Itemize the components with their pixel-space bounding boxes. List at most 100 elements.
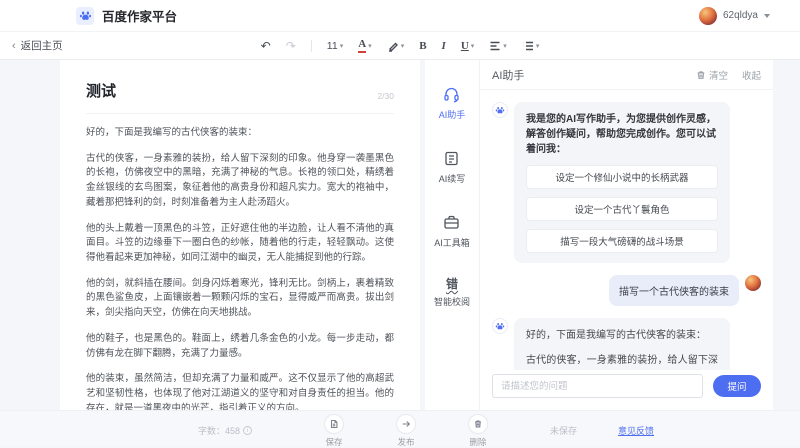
format-tools: ↶ ↷ 11▾ A▾ ▾ B I U▾ ▾ ▾ — [261, 38, 540, 52]
caret-down-icon: ▾ — [536, 42, 540, 50]
redo-button[interactable]: ↷ — [286, 40, 296, 52]
tab-ai-continue-writing[interactable]: AI续写 — [439, 150, 466, 185]
chat-messages[interactable]: 我是您的AI写作助手，为您提供创作灵感，解答创作疑问，帮助您完成创作。您可以试着… — [480, 90, 773, 370]
back-home-label: 返回主页 — [21, 38, 63, 53]
assistant-bubble: 我是您的AI写作助手，为您提供创作灵感，解答创作疑问，帮助您完成创作。您可以试着… — [514, 102, 730, 263]
main-area: 测试 2/30 好的，下面是我编写的古代侠客的装束： 古代的侠客，一身素雅的装扮… — [0, 60, 800, 410]
bold-icon: B — [419, 40, 426, 52]
user-message: 描写一个古代侠客的装束 — [492, 275, 761, 306]
footer-bar: 字数：458 i 保存 发布 删除 未保存 意见反馈 — [0, 410, 800, 446]
assistant-avatar-icon — [492, 102, 508, 118]
doc-paragraph: 他的头上戴着一顶黑色的斗笠，正好遮住他的半边脸，让人看不清他的真面目。斗笠的边缘… — [86, 222, 394, 266]
title-char-counter: 2/30 — [377, 91, 394, 101]
toolbar-divider — [311, 40, 312, 52]
underline-button[interactable]: U▾ — [461, 40, 474, 52]
redo-icon: ↷ — [286, 40, 296, 52]
publish-label: 发布 — [397, 436, 414, 448]
chat-actions: 清空 收起 — [696, 68, 761, 82]
list-icon — [522, 40, 534, 52]
font-size-select[interactable]: 11▾ — [327, 40, 343, 52]
tab-smart-proofread[interactable]: 错 智能校阅 — [434, 278, 470, 308]
feedback-link[interactable]: 意见反馈 — [618, 424, 654, 437]
trash-icon — [696, 70, 706, 80]
doc-paragraph: 古代的侠客，一身素雅的装扮，给人留下深刻的印象。他身穿一袭墨黑色的长袍，仿佛夜空… — [86, 152, 394, 211]
font-color-button[interactable]: A▾ — [358, 38, 371, 52]
delete-trash-icon — [473, 419, 483, 429]
doc-body[interactable]: 好的，下面是我编写的古代侠客的装束： 古代的侠客，一身素雅的装扮，给人留下深刻的… — [86, 114, 394, 410]
info-icon[interactable]: i — [243, 426, 252, 435]
chat-panel-title: AI助手 — [492, 67, 524, 83]
continue-writing-icon — [443, 150, 460, 167]
align-icon — [489, 40, 501, 52]
save-doc-icon — [329, 419, 339, 429]
doc-actions: 保存 发布 删除 — [324, 414, 488, 448]
word-count: 字数：458 i — [198, 424, 252, 437]
username: 62qldya — [723, 10, 758, 21]
editor-toolbar: ‹ 返回主页 ↶ ↷ 11▾ A▾ ▾ B I U▾ ▾ ▾ — [0, 32, 800, 60]
question-input[interactable] — [492, 374, 703, 398]
clear-chat-button[interactable]: 清空 — [696, 68, 728, 82]
doc-paragraph: 他的装束，虽然简洁，但却充满了力量和威严。这不仅显示了他的高超武艺和坚韧性格，也… — [86, 372, 394, 410]
underline-icon: U — [461, 40, 469, 52]
word-count-text: 字数：458 — [198, 424, 240, 437]
assistant-message: 好的，下面是我编写的古代侠客的装束： 古代的侠客，一身素雅的装扮，给人留下深刻的… — [492, 318, 761, 370]
baidu-paw-logo-icon — [76, 7, 94, 25]
italic-icon: I — [442, 40, 446, 52]
save-status-badge: 未保存 — [550, 424, 577, 437]
caret-down-icon: ▾ — [340, 42, 344, 50]
tab-ai-toolbox[interactable]: AI工具箱 — [434, 214, 470, 249]
tab-ai-assistant[interactable]: AI助手 — [439, 86, 466, 121]
doc-title-input[interactable]: 测试 — [86, 80, 116, 101]
undo-icon: ↶ — [261, 40, 271, 52]
delete-button[interactable]: 删除 — [468, 414, 488, 448]
caret-down-icon: ▾ — [503, 42, 507, 50]
delete-label: 删除 — [469, 436, 486, 448]
assistant-avatar-icon — [492, 318, 508, 334]
font-color-icon: A — [358, 38, 366, 52]
doc-paragraph: 好的，下面是我编写的古代侠客的装束： — [86, 126, 394, 141]
ai-chat-panel: AI助手 清空 收起 我是您的AI写作助手，为您提供创作灵感，解答创作疑问，帮助… — [480, 60, 773, 410]
list-button[interactable]: ▾ — [522, 40, 540, 52]
assistant-message: 我是您的AI写作助手，为您提供创作灵感，解答创作疑问，帮助您完成创作。您可以试着… — [492, 102, 761, 263]
assistant-reply-intro: 好的，下面是我编写的古代侠客的装束： — [526, 328, 718, 344]
chevron-down-icon — [764, 14, 770, 18]
save-button[interactable]: 保存 — [324, 414, 344, 448]
chat-header: AI助手 清空 收起 — [480, 60, 773, 90]
collapse-panel-button[interactable]: 收起 — [742, 68, 761, 82]
italic-button[interactable]: I — [442, 40, 446, 52]
toolbox-icon — [443, 214, 460, 231]
headset-icon — [443, 86, 460, 103]
caret-down-icon: ▾ — [368, 42, 372, 50]
document-editor[interactable]: 测试 2/30 好的，下面是我编写的古代侠客的装束： 古代的侠客，一身素雅的装扮… — [60, 60, 420, 410]
tab-label: AI续写 — [439, 172, 466, 185]
user-avatar[interactable] — [699, 7, 717, 25]
app-title: 百度作家平台 — [102, 6, 177, 25]
back-home-link[interactable]: ‹ 返回主页 — [12, 38, 63, 53]
user-avatar — [745, 275, 761, 291]
assistant-bubble: 好的，下面是我编写的古代侠客的装束： 古代的侠客，一身素雅的装扮，给人留下深刻的… — [514, 318, 730, 370]
user-bubble: 描写一个古代侠客的装束 — [609, 275, 739, 306]
chevron-left-icon: ‹ — [12, 40, 16, 52]
doc-paragraph: 他的剑，就斜插在腰间。剑身闪烁着寒光，锋利无比。剑柄上，裹着精致的黑色鲨鱼皮，上… — [86, 277, 394, 321]
proofread-icon: 错 — [446, 278, 458, 290]
undo-button[interactable]: ↶ — [261, 40, 271, 52]
suggestion-button[interactable]: 描写一段大气磅礴的战斗场景 — [526, 229, 718, 253]
publish-button[interactable]: 发布 — [396, 414, 416, 448]
app-header: 百度作家平台 62qldya — [0, 0, 800, 32]
caret-down-icon: ▾ — [401, 42, 405, 50]
suggestion-button[interactable]: 设定一个古代丫鬟角色 — [526, 197, 718, 221]
tab-label: AI工具箱 — [434, 236, 470, 249]
doc-paragraph: 他的鞋子，也是黑色的。鞋面上，绣着几条金色的小龙。每一步走动，都仿佛有龙在脚下翻… — [86, 332, 394, 361]
ask-button[interactable]: 提问 — [713, 375, 761, 397]
caret-down-icon: ▾ — [471, 42, 475, 50]
doc-title-row: 测试 2/30 — [86, 80, 394, 114]
highlight-icon — [387, 40, 399, 52]
align-button[interactable]: ▾ — [489, 40, 507, 52]
highlight-color-button[interactable]: ▾ — [387, 40, 405, 52]
suggestion-button[interactable]: 设定一个修仙小说中的长柄武器 — [526, 165, 718, 189]
tab-label: AI助手 — [439, 108, 466, 121]
save-label: 保存 — [325, 436, 342, 448]
bold-button[interactable]: B — [419, 40, 426, 52]
clear-chat-label: 清空 — [709, 68, 728, 82]
user-menu[interactable]: 62qldya — [699, 7, 770, 25]
